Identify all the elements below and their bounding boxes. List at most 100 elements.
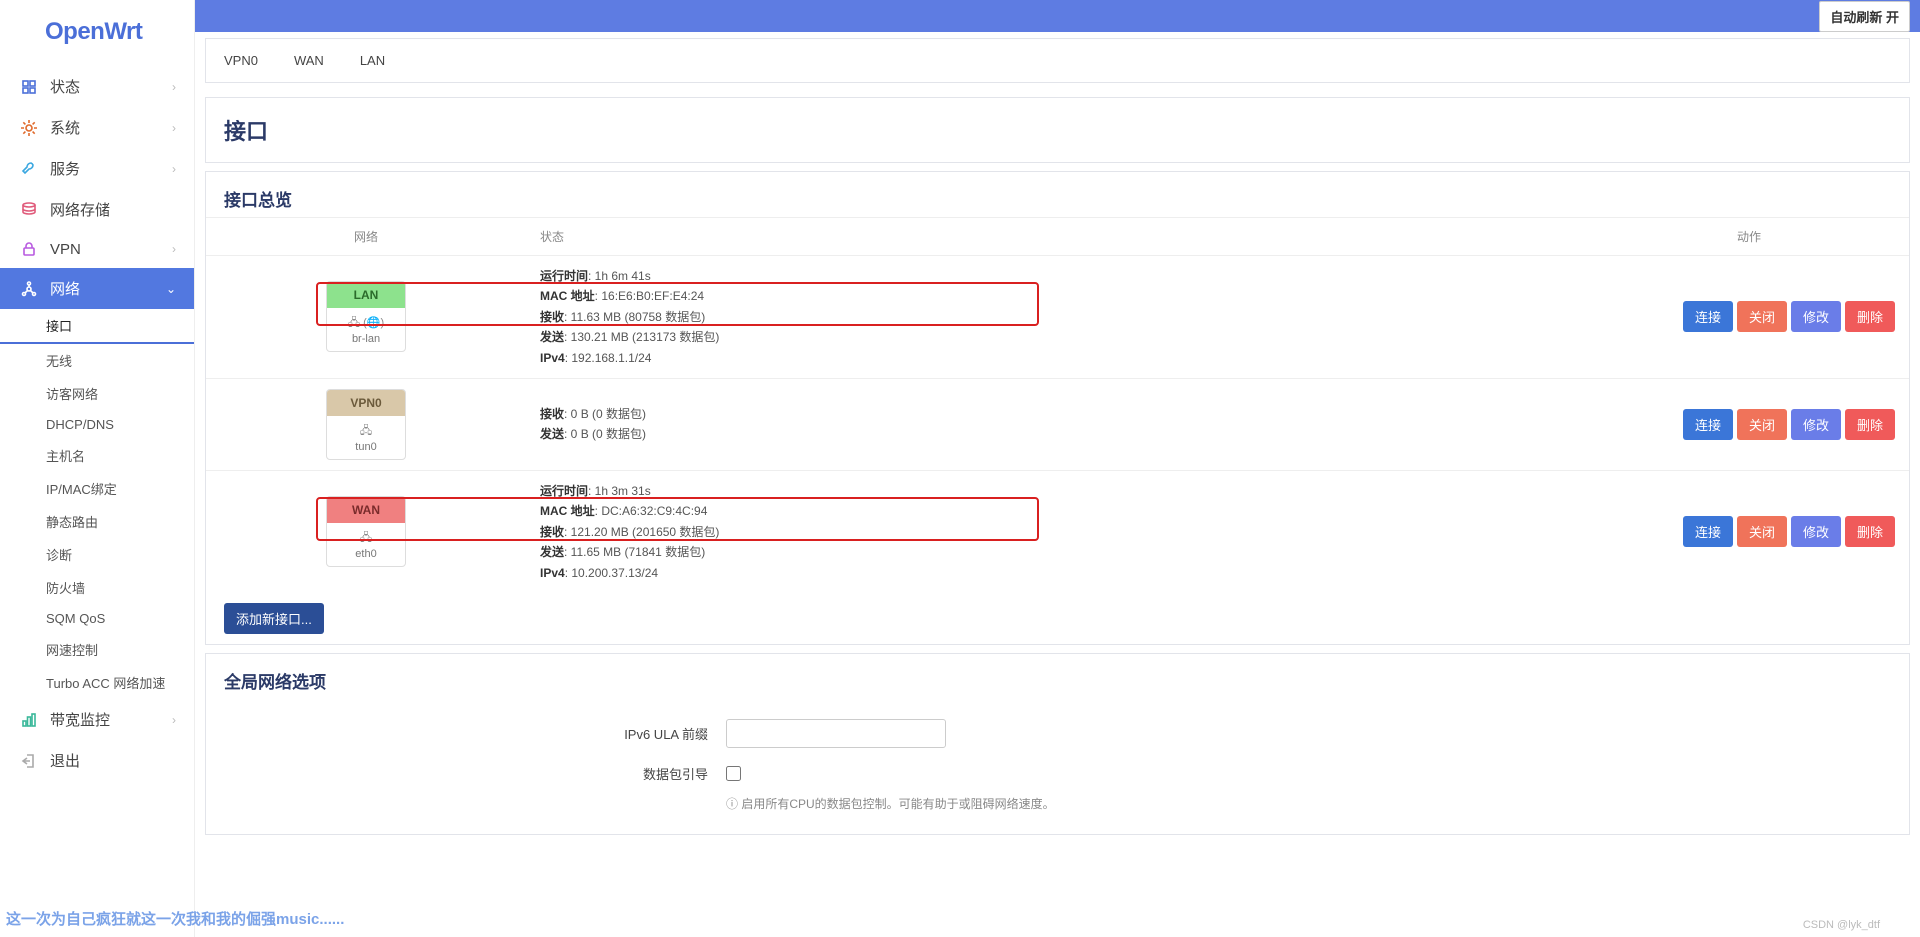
interface-row-VPN0: VPN0 🖧tun0 接收: 0 B (0 数据包)发送: 0 B (0 数据包) 连… <box>206 378 1909 470</box>
interface-badge: VPN0 🖧tun0 <box>326 389 406 460</box>
wrench-icon <box>20 160 38 178</box>
interface-badge: LAN 🖧 (🌐)br-lan <box>326 281 406 352</box>
gear-icon <box>20 119 38 137</box>
interface-table: 网络 状态 动作 LAN 🖧 (🌐)br-lan 运行时间: 1h 6m 41sMA… <box>206 217 1909 593</box>
chevron-right-icon: › <box>172 162 176 176</box>
nav-label: 状态 <box>50 76 80 97</box>
subnav-item-接口[interactable]: 接口 <box>0 309 194 344</box>
delete-button[interactable]: 删除 <box>1845 301 1895 332</box>
logo-text: OpenWrt <box>45 18 142 45</box>
net-icon <box>20 280 38 298</box>
delete-button[interactable]: 删除 <box>1845 409 1895 440</box>
connect-button[interactable]: 连接 <box>1683 301 1733 332</box>
logo: OpenWrt <box>0 0 194 66</box>
interface-row-WAN: WAN 🖧eth0 运行时间: 1h 3m 31sMAC 地址: DC:A6:32:… <box>206 470 1909 592</box>
bw-icon <box>20 711 38 729</box>
nav-bottom: 带宽监控 › 退出 <box>0 699 194 781</box>
steer-checkbox[interactable] <box>726 766 741 781</box>
global-title: 全局网络选项 <box>206 654 1909 699</box>
th-actions: 动作 <box>1589 218 1909 256</box>
status-lines: 运行时间: 1h 6m 41sMAC 地址: 16:E6:B0:EF:E4:24… <box>540 266 1575 368</box>
ula-input[interactable] <box>726 719 946 748</box>
status-lines: 接收: 0 B (0 数据包)发送: 0 B (0 数据包) <box>540 404 1575 445</box>
db-icon <box>20 201 38 219</box>
th-network: 网络 <box>206 218 526 256</box>
nav-label: 服务 <box>50 158 80 179</box>
nav-label: 系统 <box>50 117 80 138</box>
tab-LAN[interactable]: LAN <box>342 39 403 82</box>
subnav-item-诊断[interactable]: 诊断 <box>0 538 194 571</box>
footer-text: 这一次为自己疯狂就这一次我和我的倔强music...... <box>6 908 344 929</box>
nav-item-网络[interactable]: 网络 ⌄ <box>0 268 194 309</box>
edit-button[interactable]: 修改 <box>1791 516 1841 547</box>
topbar: 自动刷新 开 <box>195 0 1920 32</box>
close-button[interactable]: 关闭 <box>1737 409 1787 440</box>
subnav-item-防火墙[interactable]: 防火墙 <box>0 571 194 604</box>
edit-button[interactable]: 修改 <box>1791 301 1841 332</box>
connect-button[interactable]: 连接 <box>1683 516 1733 547</box>
edit-button[interactable]: 修改 <box>1791 409 1841 440</box>
subnav-item-Turbo ACC 网络加速[interactable]: Turbo ACC 网络加速 <box>0 666 194 699</box>
subnav-item-DHCP/DNS[interactable]: DHCP/DNS <box>0 410 194 439</box>
chevron-right-icon: › <box>172 80 176 94</box>
nav-item-服务[interactable]: 服务 › <box>0 148 194 189</box>
th-status: 状态 <box>526 218 1589 256</box>
delete-button[interactable]: 删除 <box>1845 516 1895 547</box>
interface-device: eth0 <box>327 548 405 560</box>
steer-label: 数据包引导 <box>226 764 726 783</box>
subnav-item-静态路由[interactable]: 静态路由 <box>0 505 194 538</box>
nav-item-VPN[interactable]: VPN › <box>0 230 194 268</box>
interface-ports: 🖧 <box>327 422 405 441</box>
subnav-item-主机名[interactable]: 主机名 <box>0 439 194 472</box>
main: 自动刷新 开 VPN0WANLAN 接口 接口总览 网络 状态 动作 LAN🖧 … <box>195 0 1920 937</box>
chevron-right-icon: › <box>172 121 176 135</box>
interface-ports: 🖧 (🌐) <box>327 314 405 333</box>
nav-item-系统[interactable]: 系统 › <box>0 107 194 148</box>
interface-name: VPN0 <box>327 390 405 416</box>
chevron-right-icon: › <box>172 713 176 727</box>
connect-button[interactable]: 连接 <box>1683 409 1733 440</box>
interface-row-LAN: LAN 🖧 (🌐)br-lan 运行时间: 1h 6m 41sMAC 地址: 16:… <box>206 256 1909 379</box>
subnav-item-IP/MAC绑定[interactable]: IP/MAC绑定 <box>0 472 194 505</box>
nav-label: 带宽监控 <box>50 709 110 730</box>
interface-badge: WAN 🖧eth0 <box>326 496 406 567</box>
nav-item-状态[interactable]: 状态 › <box>0 66 194 107</box>
nav-item-网络存储[interactable]: 网络存储 <box>0 189 194 230</box>
page-title: 接口 <box>206 98 1909 162</box>
auto-refresh-toggle[interactable]: 自动刷新 开 <box>1819 1 1910 32</box>
close-button[interactable]: 关闭 <box>1737 301 1787 332</box>
lock-icon <box>20 240 38 258</box>
ula-label: IPv6 ULA 前缀 <box>226 724 726 743</box>
tabs: VPN0WANLAN <box>205 38 1910 83</box>
exit-icon <box>20 752 38 770</box>
grid-icon <box>20 78 38 96</box>
tab-WAN[interactable]: WAN <box>276 39 342 82</box>
chevron-down-icon: ⌄ <box>166 282 176 296</box>
status-lines: 运行时间: 1h 3m 31sMAC 地址: DC:A6:32:C9:4C:94… <box>540 481 1575 583</box>
nav-label: 网络存储 <box>50 199 110 220</box>
subnav: 接口无线访客网络DHCP/DNS主机名IP/MAC绑定静态路由诊断防火墙SQM … <box>0 309 194 699</box>
add-interface-button[interactable]: 添加新接口... <box>224 603 324 634</box>
interface-name: WAN <box>327 497 405 523</box>
subnav-item-SQM QoS[interactable]: SQM QoS <box>0 604 194 633</box>
nav-item-退出[interactable]: 退出 <box>0 740 194 781</box>
subnav-item-无线[interactable]: 无线 <box>0 344 194 377</box>
nav-label: 退出 <box>50 750 80 771</box>
interface-ports: 🖧 <box>327 529 405 548</box>
steer-hint: ⓘ 启用所有CPU的数据包控制。可能有助于或阻碍网络速度。 <box>206 791 1909 822</box>
interface-name: LAN <box>327 282 405 308</box>
nav-top: 状态 › 系统 › 服务 › 网络存储 VPN › 网络 ⌄ <box>0 66 194 309</box>
interface-device: tun0 <box>327 441 405 453</box>
chevron-right-icon: › <box>172 242 176 256</box>
subnav-item-网速控制[interactable]: 网速控制 <box>0 633 194 666</box>
nav-label: VPN <box>50 241 81 258</box>
nav-item-带宽监控[interactable]: 带宽监控 › <box>0 699 194 740</box>
watermark: CSDN @lyk_dtf <box>1803 919 1880 931</box>
overview-title: 接口总览 <box>206 172 1909 217</box>
nav-label: 网络 <box>50 278 80 299</box>
tab-VPN0[interactable]: VPN0 <box>206 39 276 82</box>
subnav-item-访客网络[interactable]: 访客网络 <box>0 377 194 410</box>
interface-device: br-lan <box>327 333 405 345</box>
close-button[interactable]: 关闭 <box>1737 516 1787 547</box>
sidebar: OpenWrt 状态 › 系统 › 服务 › 网络存储 VPN › 网络 ⌄ 接口无线访客网络DHC… <box>0 0 195 937</box>
